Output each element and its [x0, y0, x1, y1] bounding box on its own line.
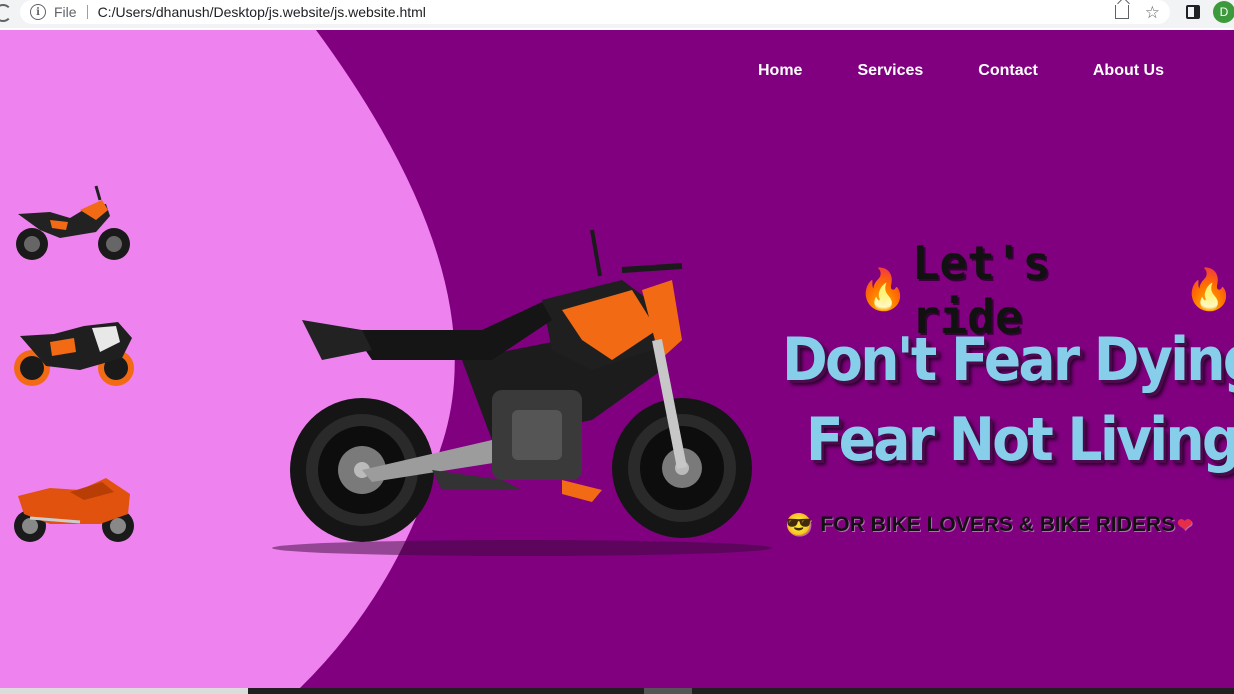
info-icon[interactable]: i	[30, 4, 46, 20]
main-nav: Home Services Contact About Us	[758, 62, 1164, 80]
browser-toolbar: i File C:/Users/dhanush/Desktop/js.websi…	[0, 0, 1234, 28]
address-bar[interactable]: i File C:/Users/dhanush/Desktop/js.websi…	[20, 0, 1170, 24]
share-icon[interactable]	[1114, 5, 1129, 19]
reload-icon[interactable]	[0, 4, 12, 22]
url-text[interactable]: C:/Users/dhanush/Desktop/js.website/js.w…	[98, 4, 426, 20]
bike-thumbnail-duke[interactable]	[10, 180, 138, 264]
hero-bike-image	[262, 190, 772, 562]
taskbar-search-area[interactable]	[0, 688, 248, 694]
address-separator	[86, 5, 88, 19]
heart-icon: ❤	[1177, 514, 1193, 535]
address-actions: ☆	[1114, 0, 1160, 24]
side-panel-icon[interactable]	[1186, 5, 1200, 19]
fire-icon: 🔥	[1184, 268, 1234, 312]
bike-lovers-tagline: 😎 FOR BIKE LOVERS & BIKE RIDERS ❤	[785, 512, 1192, 538]
star-icon[interactable]: ☆	[1145, 4, 1160, 21]
headline-line-1: Don't Fear Dying	[782, 325, 1234, 395]
taskbar-app-button[interactable]	[644, 688, 692, 694]
tagline-text: FOR BIKE LOVERS & BIKE RIDERS	[820, 513, 1176, 536]
nav-services-link[interactable]: Services	[857, 62, 923, 80]
sunglasses-emoji-icon: 😎	[785, 512, 813, 537]
hero-headline: Don't Fear Dying Fear Not Living	[782, 320, 1234, 480]
bike-thumbnail-rc[interactable]	[10, 312, 138, 396]
hero-page: Home Services Contact About Us 🔥 Let's r…	[0, 30, 1234, 688]
file-label: File	[54, 4, 77, 20]
nav-home-link[interactable]: Home	[758, 62, 802, 80]
nav-contact-link[interactable]: Contact	[978, 62, 1038, 80]
headline-line-2: Fear Not Living	[805, 405, 1234, 475]
fire-icon: 🔥	[858, 268, 908, 312]
nav-about-link[interactable]: About Us	[1093, 62, 1164, 80]
bike-thumbnail-hayabusa[interactable]	[10, 470, 138, 554]
profile-avatar[interactable]: D	[1213, 1, 1234, 23]
os-taskbar	[0, 688, 1234, 694]
